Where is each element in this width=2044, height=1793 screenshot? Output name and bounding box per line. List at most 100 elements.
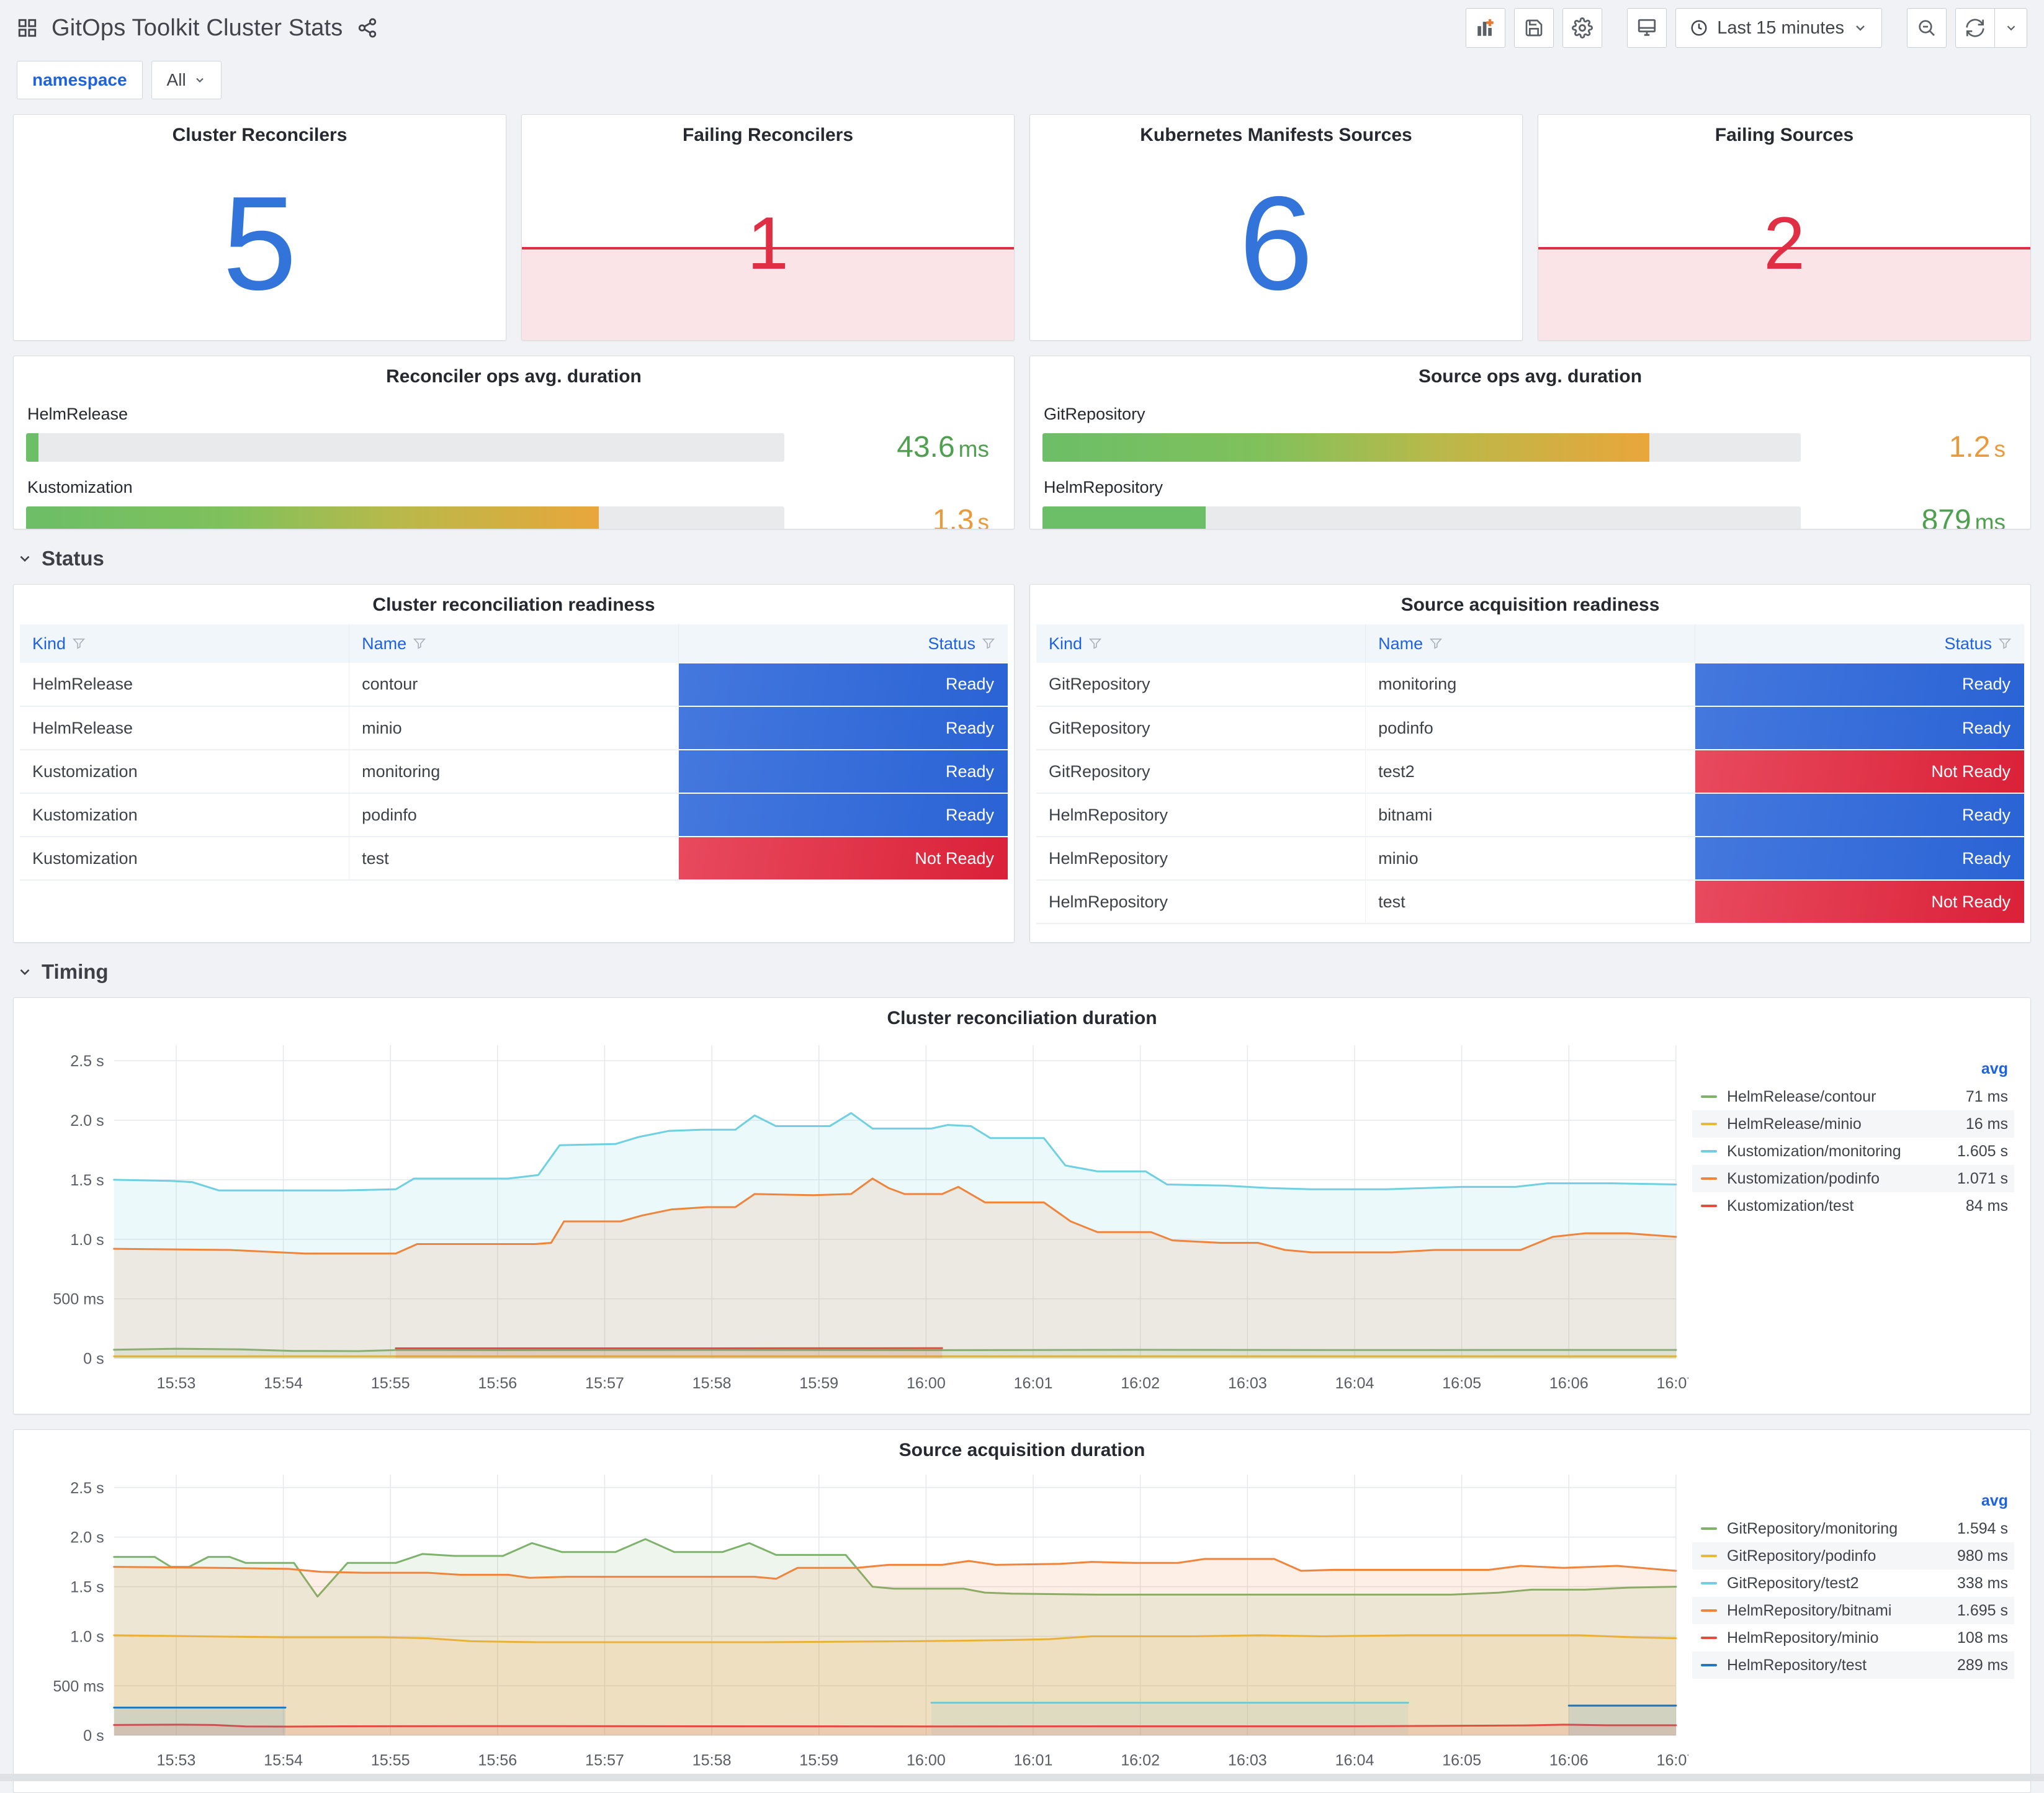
series-name: HelmRepository/test [1727, 1656, 1927, 1674]
panel-title[interactable]: Failing Sources [1538, 115, 2030, 146]
section-timing[interactable]: Timing [17, 958, 2031, 986]
panel-title[interactable]: Source acquisition readiness [1036, 585, 2024, 616]
panel-title[interactable]: Source acquisition duration [17, 1430, 2027, 1461]
stat-panel-kubernetes-manifests-sources: Kubernetes Manifests Sources6 [1029, 114, 1523, 341]
horizontal-scrollbar[interactable] [0, 1774, 2044, 1781]
svg-text:16:02: 16:02 [1121, 1375, 1160, 1392]
cell-status: Ready [678, 663, 1008, 706]
legend-item[interactable]: HelmRelease/minio 16 ms [1692, 1110, 2014, 1138]
section-status-label: Status [42, 547, 104, 570]
status-badge: Ready [679, 707, 1008, 749]
refresh-interval-button[interactable] [1995, 8, 2027, 48]
svg-text:15:54: 15:54 [264, 1751, 303, 1769]
series-name: Kustomization/monitoring [1727, 1143, 1927, 1161]
series-color-swatch [1701, 1205, 1717, 1207]
svg-text:15:54: 15:54 [264, 1375, 303, 1392]
cell-name: test [349, 837, 679, 880]
gauge-fill [26, 433, 38, 462]
chart-plot-area[interactable]: 0 s500 ms1.0 s1.5 s2.0 s2.5 s15:5315:541… [17, 1029, 1688, 1403]
series-avg-value: 16 ms [1927, 1115, 2008, 1133]
cell-name: podinfo [1366, 706, 1695, 750]
column-header-kind[interactable]: Kind [1036, 624, 1366, 663]
series-color-swatch [1701, 1555, 1717, 1557]
variable-namespace-select[interactable]: All [151, 61, 222, 99]
panel-title[interactable]: Reconciler ops avg. duration [20, 356, 1008, 387]
add-panel-button[interactable] [1466, 8, 1505, 48]
table-row: Kustomization test Not Ready [20, 837, 1008, 880]
legend-item[interactable]: HelmRelease/contour 71 ms [1692, 1083, 2014, 1110]
legend-item[interactable]: Kustomization/monitoring 1.605 s [1692, 1138, 2014, 1165]
gauge-track [1042, 433, 1801, 462]
svg-text:16:01: 16:01 [1014, 1751, 1053, 1769]
status-badge: Ready [1695, 707, 2024, 749]
filter-icon[interactable] [1088, 637, 1102, 650]
cell-kind: HelmRepository [1036, 793, 1366, 837]
table-panel-cluster-reconciliation-readiness: Cluster reconciliation readiness KindName… [13, 584, 1015, 943]
page-title: GitOps Toolkit Cluster Stats [52, 15, 343, 42]
share-icon[interactable] [357, 17, 378, 38]
series-name: HelmRepository/bitnami [1727, 1602, 1927, 1620]
legend-item[interactable]: HelmRepository/bitnami 1.695 s [1692, 1597, 2014, 1624]
legend-avg-header[interactable]: avg [1692, 1058, 2014, 1083]
legend-item[interactable]: Kustomization/podinfo 1.071 s [1692, 1165, 2014, 1192]
series-color-swatch [1701, 1095, 1717, 1098]
column-header-name[interactable]: Name [1366, 624, 1695, 663]
svg-text:16:01: 16:01 [1014, 1375, 1053, 1392]
series-color-swatch [1701, 1664, 1717, 1666]
filter-icon[interactable] [72, 637, 86, 650]
legend-item[interactable]: GitRepository/monitoring 1.594 s [1692, 1515, 2014, 1542]
filter-icon[interactable] [413, 637, 426, 650]
legend-item[interactable]: HelmRepository/test 289 ms [1692, 1651, 2014, 1679]
svg-text:16:02: 16:02 [1121, 1751, 1160, 1769]
chevron-down-icon [17, 550, 33, 567]
panel-title[interactable]: Kubernetes Manifests Sources [1030, 115, 1522, 146]
legend-avg-header[interactable]: avg [1692, 1490, 2014, 1515]
panel-title[interactable]: Cluster Reconcilers [14, 115, 506, 146]
series-color-swatch [1701, 1637, 1717, 1639]
svg-text:2.0 s: 2.0 s [70, 1112, 104, 1130]
svg-text:15:59: 15:59 [799, 1375, 838, 1392]
cell-name: podinfo [349, 793, 679, 837]
panel-title[interactable]: Cluster reconciliation duration [17, 998, 2027, 1029]
series-color-swatch [1701, 1609, 1717, 1612]
svg-text:15:55: 15:55 [371, 1751, 410, 1769]
add-panel-icon [1475, 17, 1496, 38]
section-status[interactable]: Status [17, 544, 2031, 573]
legend-item[interactable]: GitRepository/test2 338 ms [1692, 1570, 2014, 1597]
legend-item[interactable]: HelmRepository/minio 108 ms [1692, 1624, 2014, 1651]
series-avg-value: 289 ms [1927, 1656, 2008, 1674]
cell-status: Not Ready [1695, 750, 2024, 793]
refresh-interval-chevron-icon [2004, 21, 2018, 35]
filter-icon[interactable] [982, 637, 995, 650]
column-header-status[interactable]: Status [1695, 624, 2024, 663]
cycle-view-button[interactable] [1627, 8, 1667, 48]
svg-text:2.5 s: 2.5 s [70, 1480, 104, 1497]
save-dashboard-button[interactable] [1514, 8, 1554, 48]
refresh-button[interactable] [1955, 8, 1995, 48]
gauges-row: Reconciler ops avg. duration HelmRelease… [13, 356, 2031, 529]
filter-icon[interactable] [1998, 637, 2012, 650]
time-range-picker[interactable]: Last 15 minutes [1675, 8, 1882, 48]
panel-title[interactable]: Source ops avg. duration [1036, 356, 2024, 387]
dashboard-settings-button[interactable] [1562, 8, 1602, 48]
svg-text:16:04: 16:04 [1335, 1751, 1374, 1769]
status-badge: Ready [679, 794, 1008, 836]
status-badge: Not Ready [679, 837, 1008, 879]
panel-title[interactable]: Failing Reconcilers [522, 115, 1014, 146]
stats-row: Cluster Reconcilers5Failing Reconcilers1… [13, 114, 2031, 341]
table-row: GitRepository test2 Not Ready [1036, 750, 2024, 793]
svg-text:2.5 s: 2.5 s [70, 1053, 104, 1070]
panel-title[interactable]: Cluster reconciliation readiness [20, 585, 1008, 616]
series-avg-value: 1.071 s [1927, 1170, 2008, 1188]
chart-plot-area[interactable]: 0 s500 ms1.0 s1.5 s2.0 s2.5 s15:5315:541… [17, 1461, 1688, 1780]
column-header-name[interactable]: Name [349, 624, 679, 663]
legend-item[interactable]: Kustomization/test 84 ms [1692, 1192, 2014, 1220]
filter-icon[interactable] [1429, 637, 1443, 650]
cell-kind: HelmRelease [20, 663, 349, 706]
column-header-kind[interactable]: Kind [20, 624, 349, 663]
zoom-out-button[interactable] [1907, 8, 1947, 48]
stat-body: 6 [1030, 146, 1522, 340]
column-header-status[interactable]: Status [678, 624, 1008, 663]
legend-item[interactable]: GitRepository/podinfo 980 ms [1692, 1542, 2014, 1570]
status-badge: Ready [679, 750, 1008, 793]
